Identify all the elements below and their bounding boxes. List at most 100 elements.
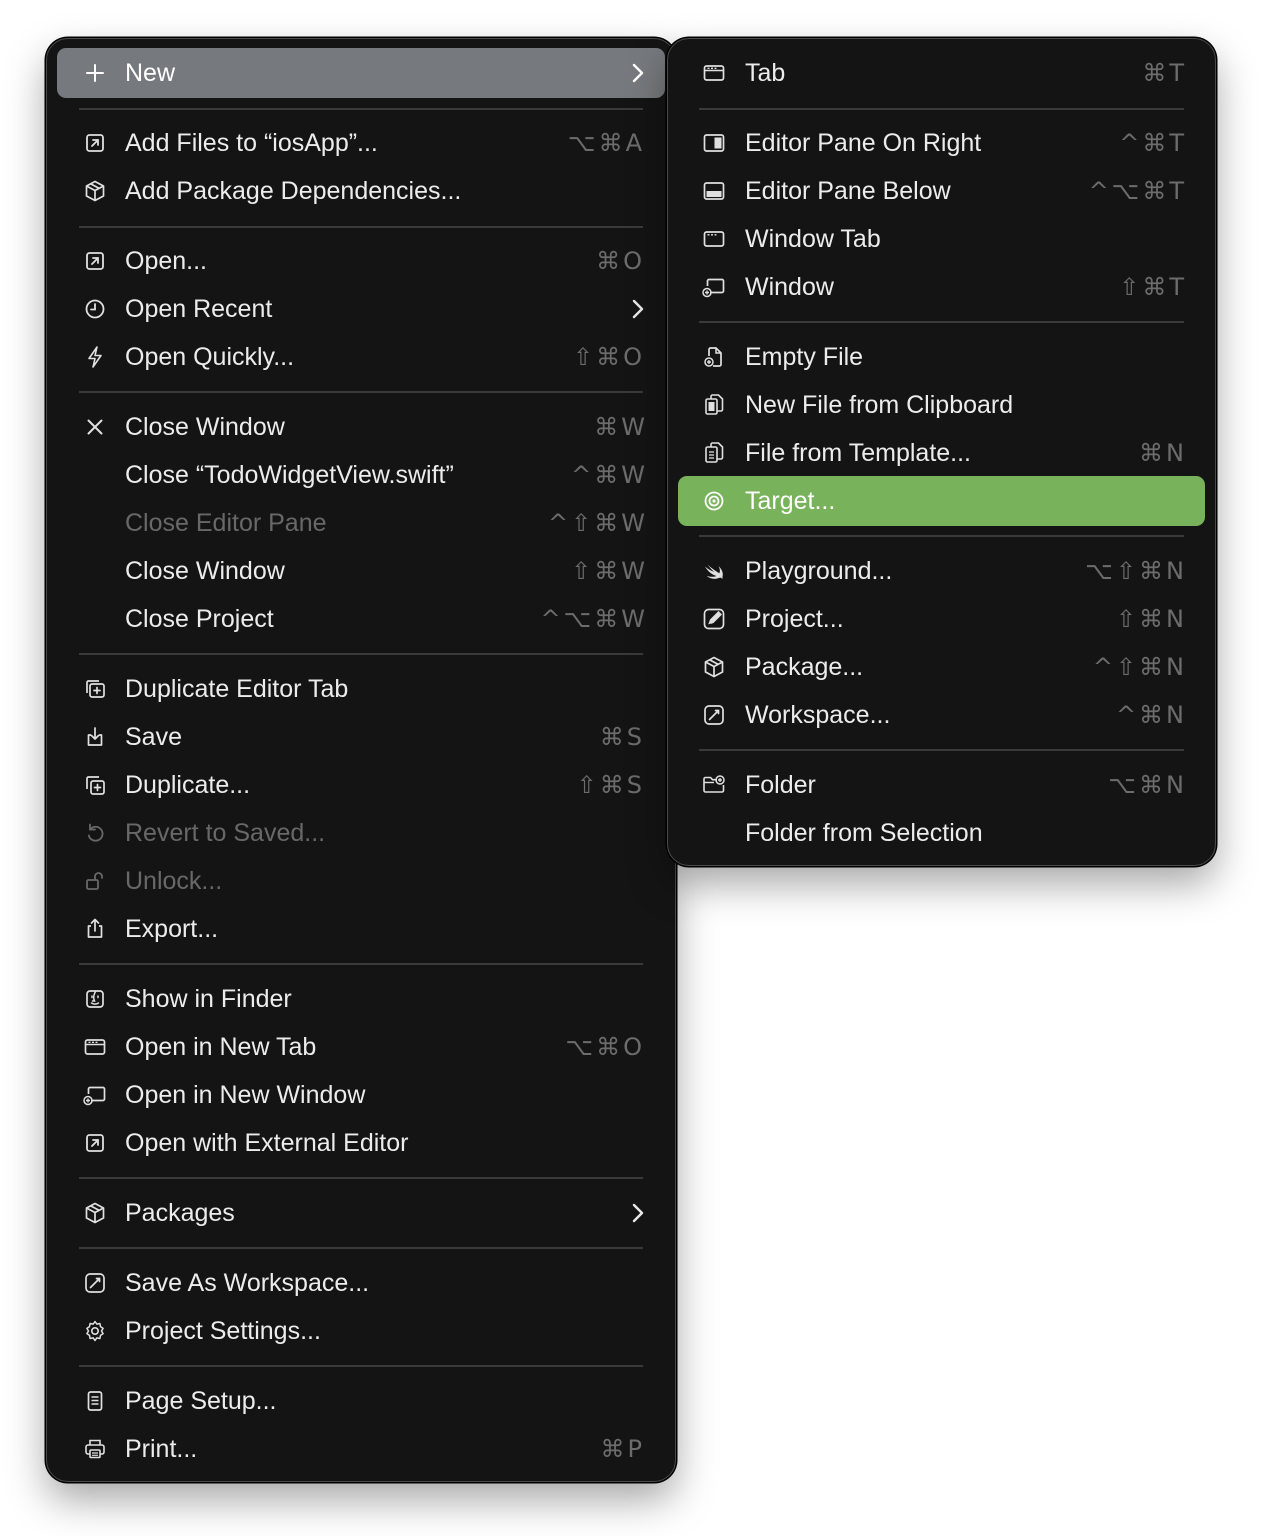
menu-item-open[interactable]: Open... ⌘O — [47, 237, 675, 285]
clock-icon — [82, 296, 108, 322]
tab-icon — [701, 60, 727, 86]
menu-item-open-in-new-tab[interactable]: Open in New Tab ⌥⌘O — [47, 1023, 675, 1071]
menu-item-label: Duplicate Editor Tab — [125, 675, 349, 703]
menu-item-save-as-workspace[interactable]: Save As Workspace... — [47, 1259, 675, 1307]
menu-item-unlock[interactable]: Unlock... — [47, 857, 675, 905]
separator — [79, 391, 643, 393]
menu-item-close-file[interactable]: Close “TodoWidgetView.swift” ^⌘W — [47, 451, 675, 499]
submenu-item-editor-pane-right[interactable]: Editor Pane On Right ^⌘T — [668, 119, 1215, 167]
menu-item-duplicate[interactable]: Duplicate... ⇧⌘S — [47, 761, 675, 809]
menu-item-export[interactable]: Export... — [47, 905, 675, 953]
package-icon — [82, 1200, 108, 1226]
menu-item-add-package-dependencies[interactable]: Add Package Dependencies... — [47, 167, 675, 215]
shortcut-label: ^⇧⌘N — [1092, 653, 1187, 681]
menu-item-print[interactable]: Print... ⌘P — [47, 1425, 675, 1473]
menu-item-label: Package... — [745, 653, 864, 681]
external-editor-icon — [82, 1130, 108, 1156]
menu-item-close-window[interactable]: Close Window ⌘W — [47, 403, 675, 451]
shortcut-label: ⇧⌘N — [1115, 605, 1187, 633]
shortcut-label: ⌘W — [594, 413, 648, 441]
shortcut-label: ⌘S — [599, 723, 645, 751]
submenu-item-editor-pane-below[interactable]: Editor Pane Below ^⌥⌘T — [668, 167, 1215, 215]
separator — [699, 321, 1184, 323]
submenu-item-tab[interactable]: Tab ⌘T — [668, 49, 1215, 97]
finder-icon — [82, 986, 108, 1012]
menu-item-packages[interactable]: Packages — [47, 1189, 675, 1237]
menu-item-label: Show in Finder — [125, 985, 292, 1013]
menu-item-label: File from Template... — [745, 439, 972, 467]
menu-item-close-project[interactable]: Close Project ^⌥⌘W — [47, 595, 675, 643]
duplicate-tab-icon — [82, 676, 108, 702]
separator — [79, 1177, 643, 1179]
submenu-item-playground[interactable]: Playground... ⌥⇧⌘N — [668, 547, 1215, 595]
submenu-item-new-file-from-clipboard[interactable]: New File from Clipboard — [668, 381, 1215, 429]
submenu-item-folder-from-selection[interactable]: Folder from Selection — [668, 809, 1215, 857]
submenu-item-empty-file[interactable]: Empty File — [668, 333, 1215, 381]
menu-item-label: Open Recent — [125, 295, 273, 323]
menu-item-label: Workspace... — [745, 701, 891, 729]
menu-item-duplicate-editor-tab[interactable]: Duplicate Editor Tab — [47, 665, 675, 713]
menu-item-label: Close Editor Pane — [125, 509, 327, 537]
separator — [79, 963, 643, 965]
submenu-item-workspace[interactable]: Workspace... ^⌘N — [668, 691, 1215, 739]
page-icon — [82, 1388, 108, 1414]
shortcut-label: ^⌘T — [1119, 129, 1187, 157]
menu-item-label: Empty File — [745, 343, 864, 371]
menu-item-open-in-new-window[interactable]: Open in New Window — [47, 1071, 675, 1119]
shortcut-label: ^⌥⌘W — [540, 605, 648, 633]
submenu-item-file-from-template[interactable]: File from Template... ⌘N — [668, 429, 1215, 477]
menu-item-open-recent[interactable]: Open Recent — [47, 285, 675, 333]
menu-item-page-setup[interactable]: Page Setup... — [47, 1377, 675, 1425]
separator — [79, 108, 643, 110]
export-icon — [82, 916, 108, 942]
submenu-item-target[interactable]: Target... — [668, 476, 1215, 526]
submenu-item-folder[interactable]: Folder ⌥⌘N — [668, 761, 1215, 809]
chevron-right-icon — [632, 1203, 644, 1223]
new-window-icon — [82, 1082, 108, 1108]
menu-item-label: Editor Pane Below — [745, 177, 951, 205]
menu-item-open-with-external-editor[interactable]: Open with External Editor — [47, 1119, 675, 1167]
workspace-icon — [82, 1270, 108, 1296]
menu-item-add-files[interactable]: Add Files to “iosApp”... ⌥⌘A — [47, 119, 675, 167]
submenu-item-project[interactable]: Project... ⇧⌘N — [668, 595, 1215, 643]
separator — [79, 226, 643, 228]
shortcut-label: ⌥⌘O — [565, 1033, 645, 1061]
open-arrow-icon — [82, 248, 108, 274]
pane-below-icon — [701, 178, 727, 204]
swift-icon — [701, 558, 727, 584]
shortcut-label: ⇧⌘T — [1119, 273, 1187, 301]
menu-item-close-all-windows[interactable]: Close Window ⇧⌘W — [47, 547, 675, 595]
menu-item-label: Duplicate... — [125, 771, 251, 799]
menu-item-label: Close Window — [125, 557, 285, 585]
shortcut-label: ⌘T — [1142, 59, 1187, 87]
chevron-right-icon — [632, 299, 644, 319]
menu-item-show-in-finder[interactable]: Show in Finder — [47, 975, 675, 1023]
new-submenu: Tab ⌘T Editor Pane On Right ^⌘T Editor P… — [667, 38, 1216, 866]
shortcut-label: ⌥⌘A — [567, 129, 645, 157]
shortcut-label: ⌥⌘N — [1108, 771, 1187, 799]
submenu-item-window-tab[interactable]: Window Tab — [668, 215, 1215, 263]
window-tab-icon — [701, 226, 727, 252]
menu-item-label: Close “TodoWidgetView.swift” — [125, 461, 454, 489]
shortcut-label: ⌘O — [596, 247, 645, 275]
submenu-item-window[interactable]: Window ⇧⌘T — [668, 263, 1215, 311]
menu-item-label: Save — [125, 723, 182, 751]
menu-item-label: Project... — [745, 605, 844, 633]
menu-item-label: Open with External Editor — [125, 1129, 409, 1157]
menu-item-label: New File from Clipboard — [745, 391, 1014, 419]
menu-item-save[interactable]: Save ⌘S — [47, 713, 675, 761]
menu-item-label: Print... — [125, 1435, 198, 1463]
menu-item-open-quickly[interactable]: Open Quickly... ⇧⌘O — [47, 333, 675, 381]
menu-item-label: Playground... — [745, 557, 893, 585]
menu-item-label: Window Tab — [745, 225, 881, 253]
clipboard-file-icon — [701, 392, 727, 418]
package-icon — [701, 654, 727, 680]
menu-item-revert-to-saved[interactable]: Revert to Saved... — [47, 809, 675, 857]
submenu-item-package[interactable]: Package... ^⇧⌘N — [668, 643, 1215, 691]
menu-item-project-settings[interactable]: Project Settings... — [47, 1307, 675, 1355]
menu-item-label: Add Package Dependencies... — [125, 177, 462, 205]
target-icon — [701, 488, 727, 514]
menu-item-close-editor-pane[interactable]: Close Editor Pane ^⇧⌘W — [47, 499, 675, 547]
menu-item-label: Revert to Saved... — [125, 819, 326, 847]
menu-item-new[interactable]: New — [47, 48, 675, 98]
